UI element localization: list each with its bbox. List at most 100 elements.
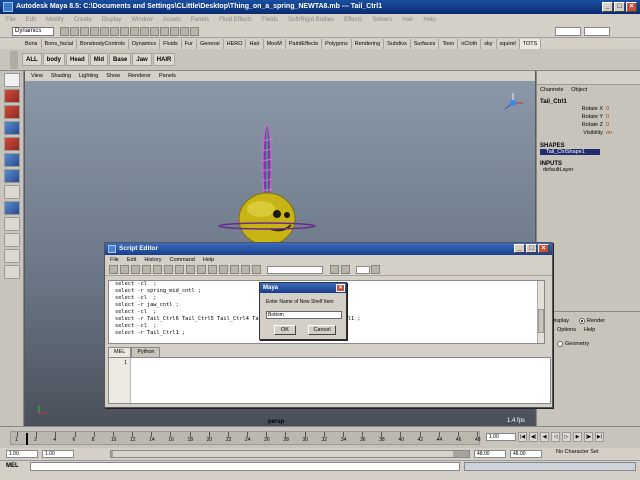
echo-all-icon[interactable] <box>186 265 195 274</box>
scale-tool-icon[interactable] <box>4 153 20 167</box>
shelf-item-jaw[interactable]: Jaw <box>132 53 152 66</box>
script-editor-maximize-button[interactable]: □ <box>526 244 537 253</box>
rotate-tool-icon[interactable] <box>4 137 20 151</box>
show-stack-trace-icon[interactable] <box>219 265 228 274</box>
paint-select-tool-icon[interactable] <box>4 105 20 119</box>
cancel-button[interactable]: Cancel <box>308 325 336 335</box>
close-button[interactable]: × <box>626 2 637 12</box>
animation-end-field[interactable]: 48.00 <box>510 450 542 458</box>
menu-display[interactable]: Display <box>102 17 122 23</box>
dialog-close-button[interactable]: × <box>336 284 345 292</box>
history-icon[interactable] <box>160 27 169 36</box>
channel-row[interactable]: Visibility on <box>537 129 640 137</box>
command-language-label[interactable]: MEL <box>6 463 19 469</box>
persp-outliner-layout-icon[interactable] <box>4 233 20 247</box>
layer-item-geometry[interactable]: Geometry <box>565 341 589 347</box>
select-hierarchy-icon[interactable] <box>90 27 99 36</box>
script-input-pane[interactable]: 1 <box>108 357 551 404</box>
source-script-icon[interactable] <box>120 265 129 274</box>
menu-panels[interactable]: Panels <box>191 17 209 23</box>
menu-edit[interactable]: Edit <box>26 17 36 23</box>
se-menu-edit[interactable]: Edit <box>127 257 136 263</box>
panel-menu-panels[interactable]: Panels <box>159 73 176 79</box>
history-scroll-thumb[interactable] <box>538 309 544 333</box>
menu-file[interactable]: File <box>6 17 16 23</box>
time-slider[interactable]: 1 2 4 6 8 10 12 14 16 18 20 22 24 26 28 30 32 34 36 38 40 42 4… <box>0 426 640 448</box>
play-backwards-icon[interactable]: ◁ <box>551 432 560 442</box>
go-to-end-icon[interactable]: ▶| <box>595 432 604 442</box>
goto-line-icon[interactable] <box>371 265 380 274</box>
menu-fields[interactable]: Fields <box>262 17 278 23</box>
shelf-menu-icon[interactable] <box>10 51 18 69</box>
shelf-tab-dynamics[interactable]: Dynamics <box>129 38 161 49</box>
layer-help-menu[interactable]: Help <box>584 327 595 333</box>
search-prev-icon[interactable] <box>330 265 339 274</box>
go-to-start-icon[interactable]: |◀ <box>518 432 527 442</box>
execute-all-icon[interactable] <box>230 265 239 274</box>
range-slider-thumb[interactable] <box>113 451 453 457</box>
range-slider-bar[interactable] <box>110 450 470 458</box>
shelf-tab-bons[interactable]: Bons <box>22 38 42 49</box>
shelf-tab-fluids[interactable]: Fluids <box>160 38 182 49</box>
shelf-tab-paint-effects[interactable]: PaintEffects <box>286 38 323 49</box>
shelf-tab-bons-facial[interactable]: Bons_facial <box>42 38 77 49</box>
shelf-item-hair[interactable]: HAIR <box>152 53 176 66</box>
shelf-tab-rendering[interactable]: Rendering <box>352 38 385 49</box>
panel-menu-renderer[interactable]: Renderer <box>128 73 151 79</box>
step-forward-frame-icon[interactable]: ▶ <box>573 432 582 442</box>
shelf-item-base[interactable]: Base <box>109 53 132 66</box>
save-to-shelf-icon[interactable] <box>142 265 151 274</box>
menu-set-selector[interactable]: Dynamics <box>12 27 54 36</box>
persp-graph-layout-icon[interactable] <box>4 249 20 263</box>
shelf-tab-hero[interactable]: HERO <box>224 38 247 49</box>
menu-window[interactable]: Window <box>131 17 152 23</box>
menu-effects[interactable]: Effects <box>344 17 362 23</box>
tab-python[interactable]: Python <box>131 347 161 357</box>
menu-help[interactable]: Help <box>423 17 435 23</box>
shelf-tab-sky[interactable]: sky <box>481 38 497 49</box>
menu-hair[interactable]: Hair <box>402 17 413 23</box>
execute-selected-icon[interactable] <box>241 265 250 274</box>
input-node-item[interactable]: defaultLayer <box>537 167 640 173</box>
ok-button[interactable]: OK <box>274 325 296 335</box>
shelf-item-head[interactable]: Head <box>66 53 89 66</box>
shelf-tab-moom[interactable]: MooM <box>264 38 286 49</box>
script-editor-title-bar[interactable]: Script Editor _ □ × <box>105 243 552 255</box>
se-menu-help[interactable]: Help <box>203 257 214 263</box>
shelf-tab-general[interactable]: General <box>197 38 224 49</box>
menu-soft-rigid-bodies[interactable]: Soft/Rigid Bodies <box>288 17 334 23</box>
script-search-field[interactable] <box>267 265 323 274</box>
shelf-item-mid[interactable]: Mid <box>89 53 109 66</box>
channels-menu[interactable]: Channels <box>540 87 563 93</box>
single-perspective-layout-icon[interactable] <box>4 201 20 215</box>
save-script-icon[interactable] <box>131 265 140 274</box>
layer-options-menu[interactable]: Options <box>557 327 576 333</box>
panel-menu-lighting[interactable]: Lighting <box>79 73 98 79</box>
shelf-tab-fur[interactable]: Fur <box>182 38 198 49</box>
current-frame-field[interactable]: 1.00 <box>486 433 516 441</box>
time-ruler[interactable]: 1 2 4 6 8 10 12 14 16 18 20 22 24 26 28 30 32 34 36 38 40 42 4… <box>10 431 481 445</box>
menu-fluid-effects[interactable]: Fluid Effects <box>219 17 252 23</box>
channel-row[interactable]: Rotate Z0 <box>537 121 640 129</box>
search-next-icon[interactable] <box>341 265 350 274</box>
select-object-icon[interactable] <box>100 27 109 36</box>
maximize-button[interactable]: □ <box>614 2 625 12</box>
snap-grid-icon[interactable] <box>120 27 129 36</box>
panel-menu-show[interactable]: Show <box>106 73 120 79</box>
menu-create[interactable]: Create <box>74 17 92 23</box>
script-editor-close-button[interactable]: × <box>538 244 549 253</box>
ipr-render-icon[interactable] <box>180 27 189 36</box>
four-view-layout-icon[interactable] <box>4 217 20 231</box>
clear-input-icon[interactable] <box>164 265 173 274</box>
move-tool-icon[interactable] <box>4 121 20 135</box>
render-settings-icon[interactable] <box>190 27 199 36</box>
history-scrollbar[interactable] <box>537 281 544 343</box>
last-tool-icon[interactable] <box>4 185 20 199</box>
play-forwards-icon[interactable]: ▷ <box>562 432 571 442</box>
shelf-tab-subdivs[interactable]: Subdivs <box>384 38 411 49</box>
menu-assets[interactable]: Assets <box>163 17 181 23</box>
shelf-tab-polygons[interactable]: Polygons <box>322 38 352 49</box>
shelf-tab-tots[interactable]: TOTS <box>519 38 542 49</box>
step-back-key-icon[interactable]: ◀| <box>529 432 538 442</box>
shape-node-item[interactable]: Tail_CtrlShape1 <box>540 149 600 155</box>
